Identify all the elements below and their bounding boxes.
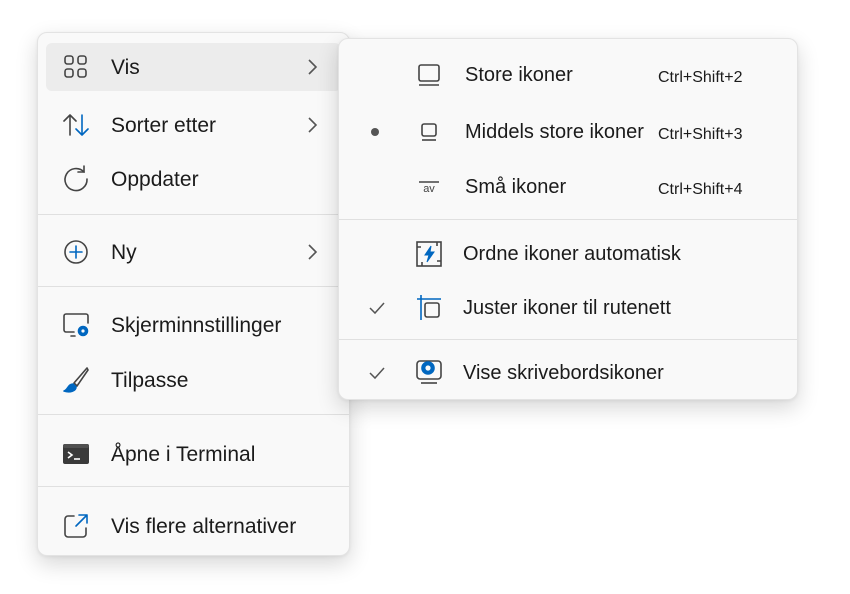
menu-separator: [38, 286, 349, 287]
radio-bullet-icon: [371, 128, 379, 136]
submenu-item-label: Små ikoner: [465, 176, 567, 198]
menu-separator: [38, 214, 349, 215]
menu-item-label: Tilpasse: [111, 369, 189, 392]
add-circle-icon: [60, 236, 92, 268]
sort-icon: [60, 109, 92, 141]
refresh-icon: [60, 163, 92, 195]
menu-separator: [38, 414, 349, 415]
desktop-context-menu: Vis Sorter etter Oppdater Ny Skjerminnst…: [37, 32, 350, 556]
align-grid-icon: [413, 292, 445, 324]
chevron-right-icon: [305, 115, 319, 135]
checkmark-icon: [367, 300, 387, 316]
submenu-item-vise-skrivebordsikoner[interactable]: Vise skrivebordsikoner: [347, 349, 789, 397]
menu-item-sorter-etter[interactable]: Sorter etter: [46, 101, 341, 149]
menu-item-label: Vis flere alternativer: [111, 515, 297, 538]
show-desktop-icons-icon: [413, 355, 445, 387]
grid-icon: [60, 51, 92, 83]
shortcut-label: Ctrl+Shift+3: [658, 126, 743, 143]
shortcut-label: Ctrl+Shift+2: [658, 69, 743, 86]
auto-arrange-icon: [413, 238, 445, 270]
medium-icons-icon: [413, 116, 445, 148]
menu-separator: [339, 219, 797, 220]
submenu-item-juster-ikoner[interactable]: Juster ikoner til rutenett: [347, 284, 789, 332]
large-icons-icon: [413, 59, 445, 91]
menu-item-oppdater[interactable]: Oppdater: [46, 155, 341, 203]
menu-item-label: Sorter etter: [111, 114, 217, 137]
menu-item-label: Åpne i Terminal: [111, 443, 256, 466]
menu-item-ny[interactable]: Ny: [46, 228, 341, 276]
menu-item-label: Oppdater: [111, 168, 199, 191]
terminal-icon: [60, 438, 92, 470]
submenu-item-label: Vise skrivebordsikoner: [463, 362, 664, 384]
menu-item-tilpasse[interactable]: Tilpasse: [46, 356, 341, 404]
menu-item-vis[interactable]: Vis: [46, 43, 341, 91]
display-settings-icon: [60, 309, 92, 341]
submenu-item-middels-store-ikoner[interactable]: Middels store ikoner Ctrl+Shift+3: [347, 108, 789, 156]
svg-text:av: av: [423, 183, 435, 195]
share-open-icon: [60, 510, 92, 542]
menu-item-label: Vis: [111, 56, 140, 79]
menu-item-label: Skjerminnstillinger: [111, 314, 282, 337]
submenu-item-sma-ikoner[interactable]: av Små ikoner Ctrl+Shift+4: [347, 163, 789, 211]
menu-separator: [38, 486, 349, 487]
submenu-item-label: Store ikoner: [465, 64, 573, 86]
view-submenu: Store ikoner Ctrl+Shift+2 Middels store …: [338, 38, 798, 400]
chevron-right-icon: [305, 242, 319, 262]
submenu-item-store-ikoner[interactable]: Store ikoner Ctrl+Shift+2: [347, 51, 789, 99]
chevron-right-icon: [305, 57, 319, 77]
menu-item-skjerminnstillinger[interactable]: Skjerminnstillinger: [46, 301, 341, 349]
menu-item-label: Ny: [111, 241, 137, 264]
submenu-item-label: Juster ikoner til rutenett: [463, 297, 671, 319]
submenu-item-ordne-ikoner-automatisk[interactable]: Ordne ikoner automatisk: [347, 230, 789, 278]
menu-separator: [339, 339, 797, 340]
menu-item-vis-flere-alternativer[interactable]: Vis flere alternativer: [46, 502, 341, 550]
brush-icon: [60, 364, 92, 396]
checkmark-icon: [367, 365, 387, 381]
shortcut-label: Ctrl+Shift+4: [658, 181, 743, 198]
submenu-item-label: Ordne ikoner automatisk: [463, 243, 681, 265]
small-icons-icon: av: [413, 171, 445, 203]
submenu-item-label: Middels store ikoner: [465, 121, 644, 143]
menu-item-terminal[interactable]: Åpne i Terminal: [46, 430, 341, 478]
